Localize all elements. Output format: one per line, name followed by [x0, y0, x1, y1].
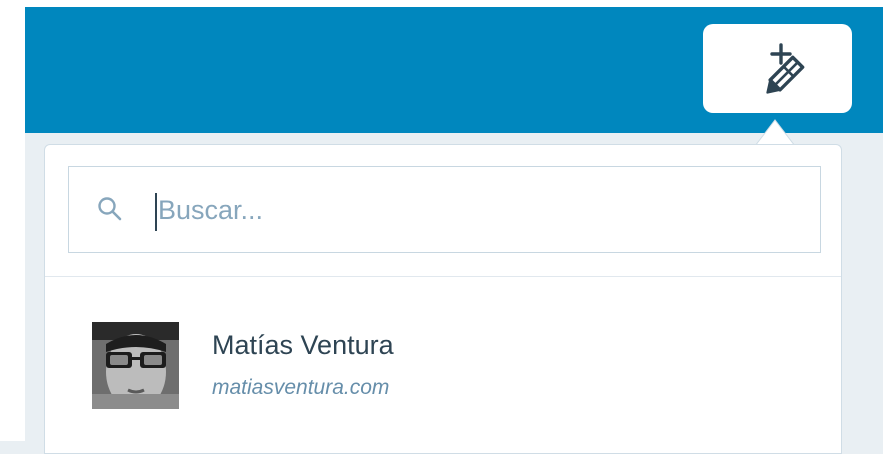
- site-search: [68, 166, 821, 253]
- site-avatar: [92, 322, 179, 409]
- site-list-item[interactable]: Matías Ventura matiasventura.com: [45, 277, 841, 427]
- masterbar-top-strip: [25, 0, 883, 7]
- site-selector-popover: Matías Ventura matiasventura.com: [44, 144, 842, 454]
- write-post-button[interactable]: [703, 24, 852, 113]
- popover-arrow: [755, 119, 795, 146]
- left-edge: [0, 0, 25, 441]
- site-domain: matiasventura.com: [212, 376, 390, 399]
- search-input[interactable]: [158, 187, 778, 233]
- text-caret: [155, 193, 157, 231]
- search-icon: [97, 196, 123, 222]
- write-post-icon: [737, 37, 819, 101]
- site-title: Matías Ventura: [212, 330, 394, 360]
